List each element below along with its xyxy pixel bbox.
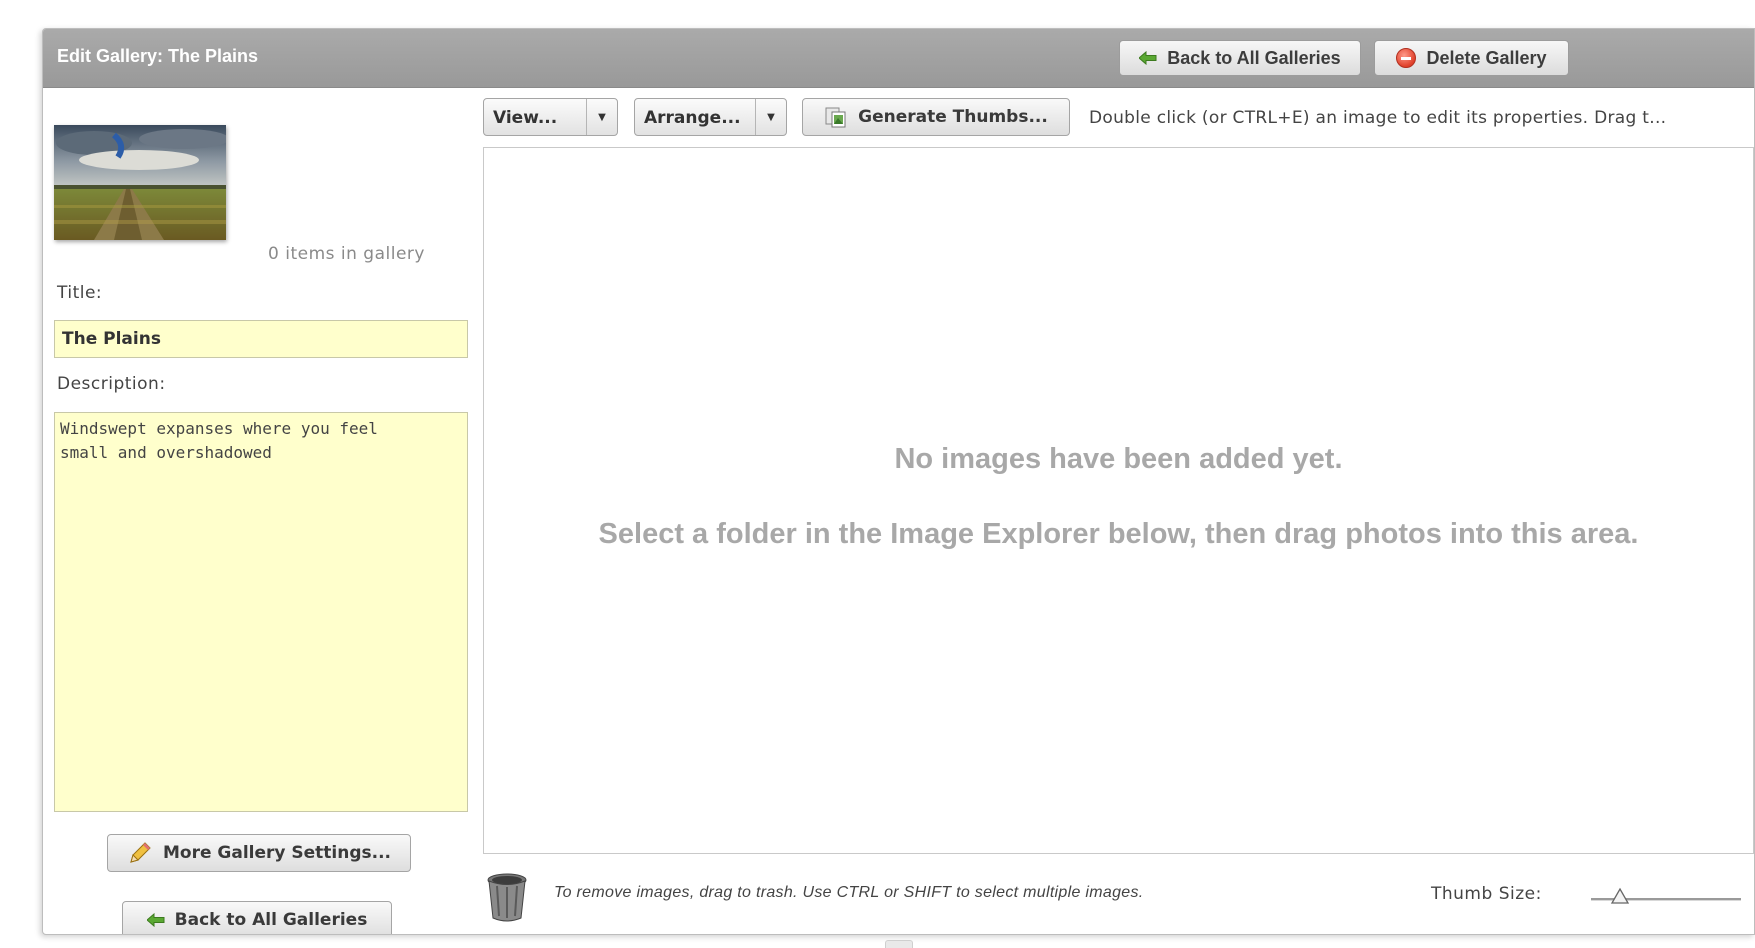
arrange-dropdown[interactable]: Arrange... ▼ — [634, 98, 787, 136]
thumb-size-label: Thumb Size: — [1431, 884, 1542, 904]
toolbar-hint: Double click (or CTRL+E) an image to edi… — [1089, 108, 1667, 128]
pencil-icon — [130, 842, 151, 863]
left-arrow-icon — [146, 913, 165, 927]
view-dropdown-label: View... — [493, 108, 558, 128]
trash-icon[interactable] — [485, 872, 529, 922]
items-count: 0 items in gallery — [268, 244, 425, 264]
chevron-down-icon[interactable]: ▼ — [755, 99, 786, 135]
minus-circle-icon — [1396, 48, 1417, 68]
title-bar: Edit Gallery: The Plains Back to All Gal… — [43, 29, 1754, 88]
title-label: Title: — [57, 283, 103, 303]
empty-state-title: No images have been added yet. — [894, 443, 1343, 475]
empty-state-subtitle: Select a folder in the Image Explorer be… — [598, 518, 1639, 550]
sidebar-back-label: Back to All Galleries — [174, 910, 368, 930]
chevron-down-icon[interactable]: ▼ — [586, 99, 617, 135]
generate-thumbs-label: Generate Thumbs... — [858, 107, 1048, 127]
image-drop-area[interactable]: No images have been added yet. Select a … — [483, 147, 1754, 854]
delete-gallery-button[interactable]: Delete Gallery — [1374, 40, 1569, 76]
delete-button-label: Delete Gallery — [1426, 47, 1547, 68]
gallery-editor-window: Edit Gallery: The Plains Back to All Gal… — [42, 28, 1755, 935]
generate-thumbs-button[interactable]: Generate Thumbs... — [802, 98, 1070, 136]
page-title: Edit Gallery: The Plains — [57, 46, 259, 66]
more-settings-label: More Gallery Settings... — [162, 843, 392, 863]
arrange-dropdown-label: Arrange... — [644, 108, 741, 128]
back-to-all-galleries-button[interactable]: Back to All Galleries — [1119, 40, 1361, 76]
sidebar-back-to-all-galleries-button[interactable]: Back to All Galleries — [122, 901, 392, 934]
left-arrow-icon — [1139, 51, 1157, 65]
description-field[interactable]: Windswept expanses where you feel small … — [54, 412, 468, 812]
view-dropdown[interactable]: View... ▼ — [483, 98, 618, 136]
thumbnails-icon — [825, 107, 846, 128]
remove-images-hint: To remove images, drag to trash. Use CTR… — [554, 884, 1144, 901]
more-gallery-settings-button[interactable]: More Gallery Settings... — [107, 834, 411, 872]
back-button-label: Back to All Galleries — [1167, 47, 1341, 68]
gallery-cover-thumbnail — [54, 125, 226, 240]
slider-thumb-icon[interactable] — [1610, 887, 1630, 907]
title-field[interactable]: The Plains — [54, 320, 468, 358]
description-label: Description: — [57, 374, 166, 394]
